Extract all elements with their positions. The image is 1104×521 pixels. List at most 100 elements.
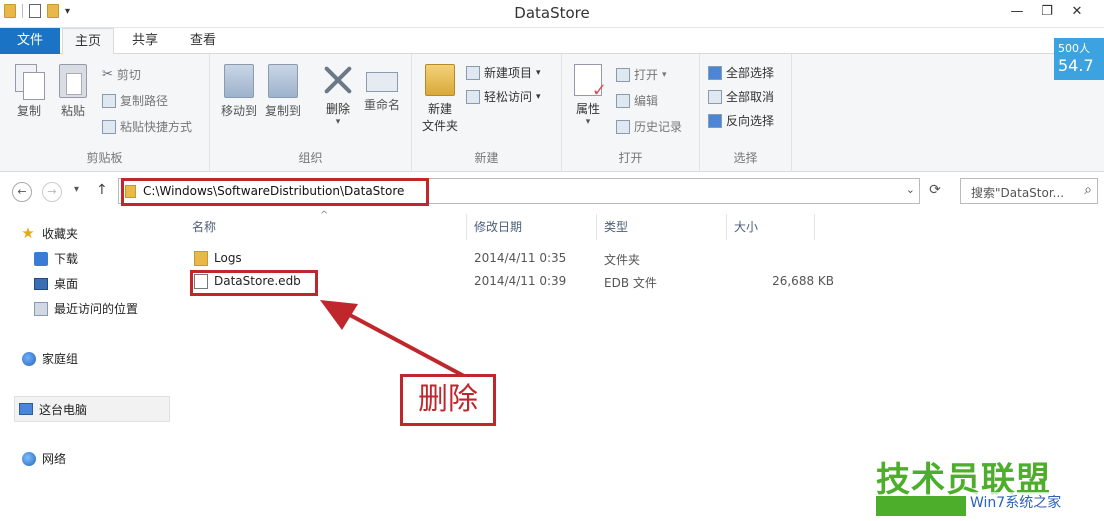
nav-this-pc-label: 这台电脑 xyxy=(39,402,88,417)
select-group-label: 选择 xyxy=(733,151,758,165)
nav-recent[interactable]: 最近访问的位置 xyxy=(34,300,138,317)
paste-button[interactable]: 粘贴 xyxy=(56,64,90,119)
watermark: 技术员联盟 Win7系统之家 xyxy=(876,452,1104,521)
select-none-button[interactable]: 全部取消 xyxy=(708,88,774,105)
easy-access-label: 轻松访问 xyxy=(484,90,533,104)
refresh-button[interactable]: ⟳ xyxy=(924,178,946,204)
chevron-down-icon: ▾ xyxy=(585,117,591,127)
tab-share[interactable]: 共享 xyxy=(120,28,170,54)
column-header-size[interactable]: 大小 xyxy=(734,218,758,235)
ribbon-tabs: 文件 主页 共享 查看 xyxy=(0,28,1104,55)
new-item-button[interactable]: 新建项目 ▾ xyxy=(466,64,541,81)
annotation-label: 删除 xyxy=(400,374,496,426)
nav-network-label: 网络 xyxy=(42,452,67,466)
open-button[interactable]: 打开 ▾ xyxy=(616,66,667,83)
delete-button[interactable]: 删除 ▾ xyxy=(318,64,358,127)
search-input[interactable]: 搜索"DataStor... ⌕ xyxy=(960,178,1098,204)
select-all-label: 全部选择 xyxy=(726,66,775,80)
delete-label: 删除 xyxy=(325,102,350,116)
new-folder-label-line1: 新建 xyxy=(427,102,452,116)
invert-selection-button[interactable]: 反向选择 xyxy=(708,112,774,129)
paste-label: 粘贴 xyxy=(60,104,85,118)
paste-shortcut-button[interactable]: 粘贴快捷方式 xyxy=(102,118,192,135)
copy-label: 复制 xyxy=(16,104,41,118)
close-button[interactable]: ✕ xyxy=(1062,2,1092,24)
nav-desktop[interactable]: 桌面 xyxy=(34,275,78,292)
move-to-label: 移动到 xyxy=(220,104,257,118)
up-button[interactable]: ↑ xyxy=(96,182,108,198)
move-to-button[interactable]: 移动到 xyxy=(218,64,260,119)
navigation-pane: ★ 收藏夹 下载 桌面 最近访问的位置 家庭组 这台电脑 网络 xyxy=(0,210,172,521)
history-button[interactable]: 历史记录 xyxy=(616,118,682,135)
column-divider[interactable] xyxy=(466,214,467,240)
rename-icon xyxy=(366,72,398,92)
new-group: 新建 文件夹 新建项目 ▾ 轻松访问 ▾ 新建 xyxy=(412,54,562,172)
downloads-icon xyxy=(34,251,48,266)
new-item-label: 新建项目 xyxy=(484,66,533,80)
easy-access-icon xyxy=(466,89,480,104)
search-icon: ⌕ xyxy=(1084,182,1092,198)
organize-group: 移动到 复制到 删除 ▾ 重命名 组织 xyxy=(210,54,412,172)
new-group-label: 新建 xyxy=(474,151,499,165)
nav-this-pc[interactable]: 这台电脑 xyxy=(14,396,170,422)
window-title: DataStore xyxy=(514,4,590,22)
chevron-down-icon: ▾ xyxy=(662,69,667,80)
select-all-icon xyxy=(708,65,722,80)
nav-downloads[interactable]: 下载 xyxy=(34,250,78,267)
address-highlight-box xyxy=(121,178,429,206)
file-highlight-box xyxy=(190,270,318,296)
properties-button[interactable]: 属性 ▾ xyxy=(570,64,607,127)
tab-file[interactable]: 文件 xyxy=(0,28,60,54)
nav-homegroup[interactable]: 家庭组 xyxy=(22,350,78,367)
move-to-icon xyxy=(224,64,254,98)
invert-selection-label: 反向选择 xyxy=(726,114,775,128)
column-header-name[interactable]: 名称 xyxy=(192,218,216,235)
tab-view[interactable]: 查看 xyxy=(178,28,228,54)
tab-home[interactable]: 主页 xyxy=(62,28,115,55)
open-label: 打开 xyxy=(634,68,659,82)
rename-label: 重命名 xyxy=(363,98,400,112)
copy-button[interactable]: 复制 xyxy=(12,64,46,119)
rename-button[interactable]: 重命名 xyxy=(360,64,404,113)
forward-button[interactable]: → xyxy=(42,182,62,202)
edit-button[interactable]: 编辑 xyxy=(616,92,658,109)
copy-path-button[interactable]: 复制路径 xyxy=(102,92,168,109)
nav-homegroup-label: 家庭组 xyxy=(42,352,79,366)
network-icon xyxy=(22,451,36,466)
copy-to-icon xyxy=(268,64,298,98)
select-none-label: 全部取消 xyxy=(726,90,775,104)
cut-label: 剪切 xyxy=(116,68,141,82)
select-none-icon xyxy=(708,89,722,104)
column-header-type[interactable]: 类型 xyxy=(604,218,628,235)
new-folder-button[interactable]: 新建 文件夹 xyxy=(418,64,462,134)
back-button[interactable]: ← xyxy=(12,182,32,202)
overlay-badge: 500人 54.7 xyxy=(1054,38,1104,80)
chevron-down-icon: ▾ xyxy=(335,117,341,127)
select-group: 全部选择 全部取消 反向选择 选择 xyxy=(700,54,792,172)
column-divider[interactable] xyxy=(814,214,815,240)
cut-button[interactable]: ✂ 剪切 xyxy=(102,66,141,83)
recent-locations-dropdown[interactable]: ▾ xyxy=(74,184,79,195)
column-divider[interactable] xyxy=(596,214,597,240)
nav-downloads-label: 下载 xyxy=(54,252,79,266)
maximize-button[interactable]: ❐ xyxy=(1032,2,1062,24)
open-icon xyxy=(616,67,630,82)
file-type: 文件夹 xyxy=(604,253,641,267)
nav-favorites[interactable]: ★ 收藏夹 xyxy=(20,224,78,242)
file-modified: 2014/4/11 0:39 xyxy=(474,274,567,288)
easy-access-button[interactable]: 轻松访问 ▾ xyxy=(466,88,541,105)
table-row[interactable]: Logs 2014/4/11 0:35 文件夹 xyxy=(190,248,990,270)
paste-shortcut-icon xyxy=(102,119,116,134)
column-header-modified[interactable]: 修改日期 xyxy=(474,218,522,235)
chevron-down-icon[interactable]: ⌄ xyxy=(906,183,915,196)
column-divider[interactable] xyxy=(726,214,727,240)
properties-icon xyxy=(574,64,607,101)
minimize-button[interactable]: — xyxy=(1002,2,1032,24)
copy-to-button[interactable]: 复制到 xyxy=(262,64,304,119)
overlay-badge-line1: 500人 xyxy=(1058,42,1090,55)
file-name: Logs xyxy=(214,251,242,265)
select-all-button[interactable]: 全部选择 xyxy=(708,64,774,81)
star-icon: ★ xyxy=(21,224,35,242)
nav-network[interactable]: 网络 xyxy=(22,450,66,467)
open-group-label: 打开 xyxy=(618,151,643,165)
